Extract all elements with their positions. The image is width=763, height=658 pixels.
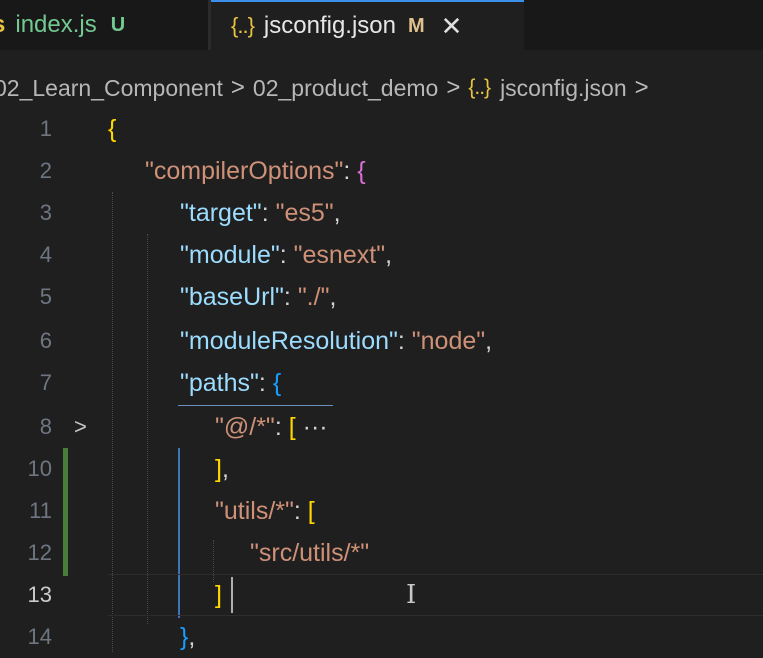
modified-status-badge: M	[408, 14, 425, 37]
tab-filename: index.js	[15, 11, 97, 38]
line-number: 3	[39, 200, 52, 225]
code-line[interactable]: 4 "module": "esnext",	[0, 234, 763, 276]
close-tab-icon[interactable]: ✕	[441, 11, 463, 42]
line-number: 7	[39, 370, 52, 395]
line-number: 13	[27, 582, 52, 607]
code-text: },	[180, 622, 196, 651]
line-number: 1	[39, 116, 52, 141]
code-line[interactable]: 5 "baseUrl": "./",	[0, 276, 763, 318]
code-text: "module": "esnext",	[180, 240, 393, 269]
line-number: 10	[27, 456, 52, 481]
code-text: ],	[215, 454, 229, 483]
code-text: "paths": {	[180, 368, 282, 397]
json-file-icon: {..}	[231, 13, 255, 38]
code-text: "compilerOptions": {	[145, 156, 366, 185]
code-text: "baseUrl": "./",	[180, 282, 337, 311]
breadcrumb-item-jsconfig[interactable]: jsconfig.json	[500, 75, 627, 102]
chevron-right-icon: >	[446, 74, 461, 101]
code-line[interactable]: 12 "src/utils/*"	[0, 532, 763, 574]
code-line[interactable]: 6 "moduleResolution": "node",	[0, 320, 763, 362]
line-number: 8	[39, 414, 52, 439]
mouse-ibeam-cursor-icon: I	[406, 580, 417, 610]
code-text: ]	[215, 580, 222, 609]
breadcrumb: 02_Learn_Component > 02_product_demo > {…	[0, 62, 657, 114]
code-text: "src/utils/*"	[250, 538, 370, 567]
line-number: 14	[27, 624, 52, 649]
javascript-file-icon: s	[0, 11, 5, 39]
code-line[interactable]: 7 "paths": {	[0, 362, 763, 404]
code-line[interactable]: 1 {	[0, 108, 763, 150]
tab-bar: s index.js U {..} jsconfig.json M ✕	[0, 0, 763, 50]
code-text: "utils/*": [	[215, 496, 315, 525]
line-number: 2	[39, 158, 52, 183]
code-line-active[interactable]: 13 ]	[0, 574, 763, 616]
chevron-right-icon: >	[230, 74, 245, 101]
line-number: 4	[39, 242, 52, 267]
code-line[interactable]: 2 "compilerOptions": {	[0, 150, 763, 192]
chevron-right-icon[interactable]: >	[74, 414, 87, 440]
tab-jsconfig-json[interactable]: {..} jsconfig.json M ✕	[211, 0, 524, 50]
line-number: 12	[27, 540, 52, 565]
chevron-right-icon: >	[634, 74, 649, 101]
code-text: "moduleResolution": "node",	[180, 326, 493, 355]
code-text: "@/*": [ ···	[215, 412, 328, 441]
text-cursor	[231, 577, 233, 613]
line-number: 5	[39, 284, 52, 309]
tab-filename: jsconfig.json	[263, 12, 396, 39]
code-line-folded[interactable]: 8 > "@/*": [ ···	[0, 406, 763, 448]
code-line[interactable]: 3 "target": "es5",	[0, 192, 763, 234]
line-number: 11	[29, 498, 52, 523]
breadcrumb-item-product-demo[interactable]: 02_product_demo	[253, 75, 438, 102]
untracked-status-badge: U	[110, 13, 126, 36]
code-text: {	[108, 114, 117, 143]
code-text: "target": "es5",	[180, 198, 341, 227]
code-line[interactable]: 11 "utils/*": [	[0, 490, 763, 532]
json-file-icon: {..}	[468, 76, 491, 99]
breadcrumb-item-learn-component[interactable]: 02_Learn_Component	[0, 75, 223, 102]
line-number: 6	[39, 328, 52, 353]
code-line[interactable]: 10 ],	[0, 448, 763, 490]
tab-index-js[interactable]: s index.js U	[0, 0, 200, 50]
